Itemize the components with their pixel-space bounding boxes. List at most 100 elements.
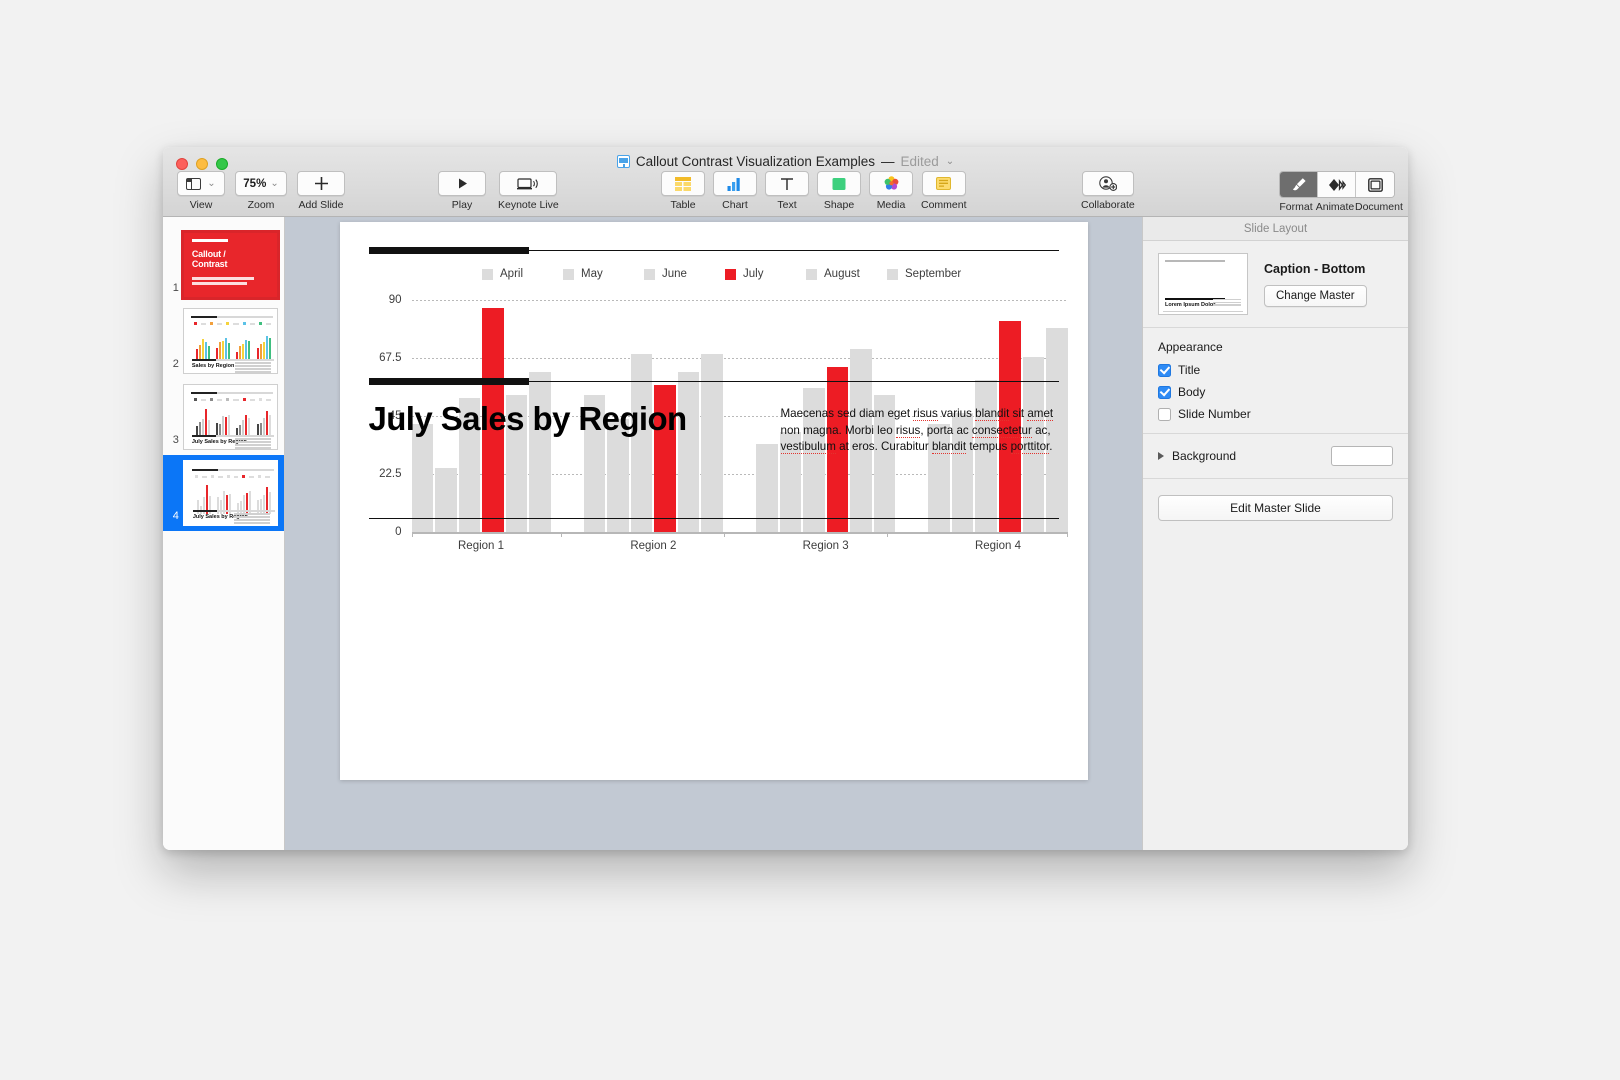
- slide-canvas-area[interactable]: April May June July August September 90 …: [285, 217, 1142, 850]
- appearance-label: Appearance: [1158, 340, 1223, 354]
- bar-chart-icon: [727, 177, 743, 191]
- thumb1-title: Callout / Contrast: [191, 249, 228, 269]
- checkbox-title[interactable]: [1158, 363, 1171, 377]
- legend-label-august: August: [824, 268, 860, 280]
- legend-item-april: April: [482, 268, 563, 280]
- y-tick-22-5: 22.5: [379, 468, 402, 480]
- x-tick-1: [561, 532, 563, 537]
- x-label-region-1: Region 1: [458, 540, 505, 552]
- view-button[interactable]: ⌄ View: [177, 171, 225, 211]
- window-titlebar: Callout Contrast Visualization Examples …: [163, 147, 1408, 217]
- y-tick-90: 90: [388, 294, 402, 306]
- slide-thumbnail-2[interactable]: 2 Sales by Region: [163, 303, 284, 379]
- thumbnail-image-3: July Sales by Region: [182, 384, 278, 450]
- change-master-button[interactable]: Change Master: [1264, 284, 1367, 307]
- disclosure-triangle-icon[interactable]: [1158, 452, 1164, 460]
- tab-format[interactable]: [1280, 172, 1318, 197]
- thumbnail-image-1: Callout / Contrast: [180, 230, 281, 300]
- slide-number-4: 4: [172, 510, 179, 522]
- bar-region1-may: [435, 467, 457, 532]
- chart-label: Chart: [722, 199, 748, 211]
- comment-button[interactable]: Comment: [921, 171, 967, 211]
- zoom-label: Zoom: [247, 199, 275, 211]
- appearance-option-title[interactable]: Title: [1158, 363, 1393, 377]
- add-slide-button[interactable]: Add Slide: [297, 171, 345, 211]
- slide-thumbnail-3[interactable]: 3 July Sales by Region: [163, 379, 284, 455]
- tab-document-label: Document: [1355, 201, 1403, 213]
- caption-title: July Sales by Region: [368, 400, 688, 437]
- text-label: Text: [777, 199, 797, 211]
- thumbnail-image-4: July Sales by Region: [182, 460, 278, 526]
- chevron-down-icon: ⌄: [270, 178, 279, 189]
- legend-swatch-september: [887, 268, 898, 280]
- play-button[interactable]: Play: [438, 171, 486, 211]
- green-square-shape-icon: [832, 177, 846, 191]
- master-thumbnail[interactable]: Lorem Ipsum Dolor: [1158, 253, 1248, 315]
- legend-item-june: June: [644, 268, 725, 280]
- slide-canvas[interactable]: April May June July August September 90 …: [339, 222, 1088, 780]
- media-button[interactable]: Media: [869, 171, 913, 211]
- checkbox-body-label: Body: [1178, 385, 1206, 399]
- master-name: Caption - Bottom: [1264, 261, 1366, 276]
- edit-master-slide-button[interactable]: Edit Master Slide: [1158, 495, 1393, 521]
- shape-label: Shape: [823, 199, 855, 211]
- toolbar-group-collaborate: Collaborate: [1081, 171, 1135, 211]
- appearance-section: Appearance Title Body Slide Number: [1143, 328, 1408, 434]
- checkbox-body[interactable]: [1158, 385, 1171, 399]
- zoom-button[interactable]: 75% ⌄ Zoom: [235, 171, 287, 211]
- tab-document[interactable]: [1356, 172, 1394, 197]
- master-thumb-text: Lorem Ipsum Dolor: [1165, 302, 1216, 308]
- laptop-broadcast-icon: [517, 177, 539, 191]
- chevron-down-icon: ⌄: [207, 178, 216, 189]
- checkbox-slide-number[interactable]: [1158, 407, 1171, 421]
- table-grid-icon: [675, 176, 691, 191]
- photos-flower-icon: [884, 176, 899, 191]
- person-add-icon: [1099, 176, 1117, 191]
- window-body: 1 Callout / Contrast 2 Sales by Region 3…: [163, 217, 1408, 850]
- slide-thumbnail-1[interactable]: 1 Callout / Contrast: [163, 227, 284, 303]
- slide-navigator[interactable]: 1 Callout / Contrast 2 Sales by Region 3…: [163, 217, 285, 850]
- add-slide-label: Add Slide: [298, 199, 344, 211]
- appearance-option-slide-number[interactable]: Slide Number: [1158, 407, 1393, 421]
- text-button[interactable]: Text: [765, 171, 809, 211]
- background-section: Background: [1143, 434, 1408, 479]
- table-button[interactable]: Table: [661, 171, 705, 211]
- shape-button[interactable]: Shape: [817, 171, 861, 211]
- screen: Callout Contrast Visualization Examples …: [0, 0, 1620, 1080]
- paintbrush-icon: [1291, 177, 1307, 192]
- legend-swatch-june: [644, 268, 655, 280]
- background-color-swatch[interactable]: [1331, 446, 1393, 466]
- appearance-option-body[interactable]: Body: [1158, 385, 1393, 399]
- collaborate-button[interactable]: Collaborate: [1081, 171, 1135, 211]
- toolbar-group-insert: Table Chart Text Shape Media Comment: [661, 171, 967, 211]
- tab-animate[interactable]: [1318, 172, 1356, 197]
- legend-swatch-august: [806, 268, 817, 280]
- slide-caption[interactable]: July Sales by Region Maecenas sed diam e…: [369, 400, 1059, 456]
- edited-status: Edited: [900, 154, 939, 169]
- comment-lines-icon: [936, 177, 952, 190]
- document-title-text: Callout Contrast Visualization Examples: [635, 154, 875, 169]
- caption-body: Maecenas sed diam eget risus varius blan…: [780, 407, 1054, 454]
- slide-number-1: 1: [172, 282, 179, 294]
- x-tick-0: [411, 532, 413, 537]
- chart-legend: April May June July August September: [360, 268, 1068, 280]
- view-label: View: [189, 199, 213, 211]
- toolbar-group-inspector-tabs: Format Animate Document: [1277, 171, 1403, 213]
- background-toggle[interactable]: Background: [1158, 449, 1236, 463]
- legend-item-august: August: [806, 268, 887, 280]
- chevron-down-icon[interactable]: ⌄: [946, 156, 954, 167]
- x-tick-2: [724, 532, 726, 537]
- play-triangle-icon: [456, 177, 469, 190]
- legend-swatch-april: [482, 268, 493, 280]
- slide-thumbnail-4[interactable]: 4 July Sales by Region: [163, 455, 284, 531]
- comment-label: Comment: [921, 199, 967, 211]
- collaborate-label: Collaborate: [1081, 199, 1135, 211]
- keynote-live-label: Keynote Live: [498, 199, 559, 211]
- format-inspector[interactable]: Slide Layout Lorem Ipsum Dolor Caption -…: [1142, 217, 1408, 850]
- master-section: Lorem Ipsum Dolor Caption - Bottom Chang…: [1143, 241, 1408, 328]
- zoom-value: 75%: [243, 177, 267, 190]
- chart-button[interactable]: Chart: [713, 171, 757, 211]
- checkbox-slide-number-label: Slide Number: [1178, 407, 1251, 421]
- keynote-live-button[interactable]: Keynote Live: [498, 171, 559, 211]
- slide-number-3: 3: [172, 434, 179, 446]
